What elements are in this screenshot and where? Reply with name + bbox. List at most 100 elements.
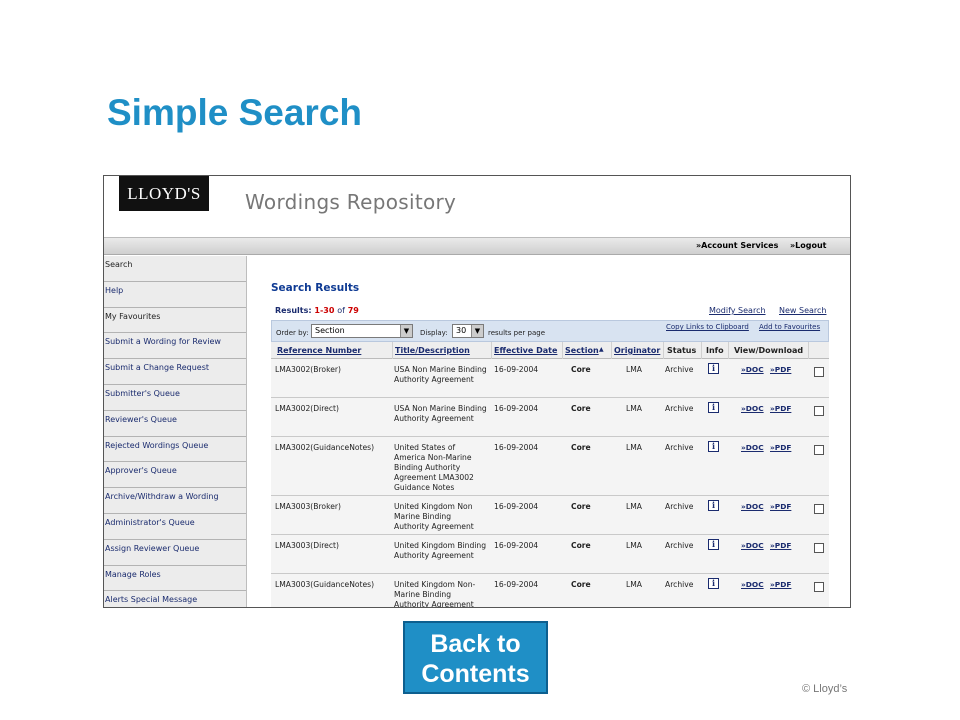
- download-doc-link[interactable]: »DOC: [741, 404, 764, 413]
- originator: LMA: [626, 541, 642, 550]
- reference-number: LMA3002(Broker): [275, 365, 341, 374]
- new-search-link[interactable]: New Search: [779, 306, 826, 315]
- lloyds-logo: LLOYD'S: [119, 176, 209, 211]
- download-pdf-link[interactable]: »PDF: [770, 365, 791, 374]
- originator: LMA: [626, 580, 642, 589]
- sidebar-item-reviewers-queue[interactable]: Reviewer's Queue: [104, 410, 246, 437]
- originator: LMA: [626, 443, 642, 452]
- sidebar-item-rejected-queue[interactable]: Rejected Wordings Queue: [104, 436, 246, 463]
- copy-links-link[interactable]: Copy Links to Clipboard: [666, 323, 749, 331]
- logout-link[interactable]: »Logout: [790, 241, 827, 250]
- sidebar-item-submitters-queue[interactable]: Submitter's Queue: [104, 384, 246, 411]
- sidebar-item-administrators-queue[interactable]: Administrator's Queue: [104, 513, 246, 540]
- account-services-link[interactable]: »Account Services: [696, 241, 778, 250]
- col-view-download: View/Download: [734, 346, 804, 355]
- section: Core: [571, 443, 591, 452]
- section: Core: [571, 541, 591, 550]
- col-originator[interactable]: Originator: [614, 346, 660, 355]
- download-doc-link[interactable]: »DOC: [741, 580, 764, 589]
- modify-search-link[interactable]: Modify Search: [709, 306, 766, 315]
- display-value: 30: [456, 326, 467, 335]
- table-row: LMA3002(GuidanceNotes) United States of A…: [271, 437, 829, 496]
- sidebar-item-manage-roles[interactable]: Manage Roles: [104, 565, 246, 592]
- download-doc-link[interactable]: »DOC: [741, 502, 764, 511]
- col-title-description[interactable]: Title/Description: [395, 346, 470, 355]
- download-doc-link[interactable]: »DOC: [741, 541, 764, 550]
- select-checkbox[interactable]: [814, 406, 824, 416]
- select-checkbox[interactable]: [814, 582, 824, 592]
- reference-number: LMA3003(Broker): [275, 502, 341, 511]
- info-icon[interactable]: i: [708, 578, 719, 589]
- status: Archive: [665, 443, 694, 452]
- title-description: United States of America Non-Marine Bind…: [394, 443, 474, 492]
- section: Core: [571, 502, 591, 511]
- download-doc-link[interactable]: »DOC: [741, 365, 764, 374]
- col-effective-date[interactable]: Effective Date: [494, 346, 557, 355]
- results-label: Results:: [275, 306, 312, 315]
- sidebar-item-submit-change-request[interactable]: Submit a Change Request: [104, 359, 246, 385]
- sidebar-item-help[interactable]: Help: [104, 281, 246, 308]
- section: Core: [571, 580, 591, 589]
- download-doc-link[interactable]: »DOC: [741, 443, 764, 452]
- sidebar-item-submit-wording[interactable]: Submit a Wording for Review: [104, 333, 246, 360]
- results-summary: Results: 1-30 of 79: [275, 306, 359, 315]
- effective-date: 16-09-2004: [494, 365, 539, 374]
- originator: LMA: [626, 502, 642, 511]
- order-by-value: Section: [315, 326, 345, 335]
- col-info: Info: [706, 346, 724, 355]
- info-icon[interactable]: i: [708, 539, 719, 550]
- sidebar-item-search[interactable]: Search: [104, 256, 246, 282]
- effective-date: 16-09-2004: [494, 541, 539, 550]
- info-icon[interactable]: i: [708, 363, 719, 374]
- results-total: 79: [347, 306, 359, 315]
- table-header: Reference Number Title/Description Effec…: [271, 342, 829, 359]
- app-screenshot: LLOYD'S Wordings Repository »Account Ser…: [103, 175, 851, 608]
- select-checkbox[interactable]: [814, 504, 824, 514]
- select-checkbox[interactable]: [814, 367, 824, 377]
- sidebar-item-alerts-special-message[interactable]: Alerts Special Message: [104, 591, 246, 607]
- effective-date: 16-09-2004: [494, 580, 539, 589]
- col-section[interactable]: Section: [565, 346, 599, 355]
- section: Core: [571, 404, 591, 413]
- effective-date: 16-09-2004: [494, 502, 539, 511]
- slide-title: Simple Search: [107, 92, 363, 133]
- info-icon[interactable]: i: [708, 500, 719, 511]
- sidebar-item-approvers-queue[interactable]: Approver's Queue: [104, 462, 246, 489]
- download-pdf-link[interactable]: »PDF: [770, 541, 791, 550]
- sidebar-item-assign-reviewer[interactable]: Assign Reviewer Queue: [104, 539, 246, 566]
- top-nav-bar: »Account Services »Logout: [104, 237, 850, 255]
- table-row: LMA3003(GuidanceNotes) United Kingdom Non…: [271, 574, 829, 607]
- info-icon[interactable]: i: [708, 402, 719, 413]
- main-content: Search Results Results: 1-30 of 79 Modif…: [269, 256, 829, 607]
- select-checkbox[interactable]: [814, 543, 824, 553]
- effective-date: 16-09-2004: [494, 404, 539, 413]
- back-to-contents-button[interactable]: Back to Contents: [403, 621, 548, 694]
- reference-number: LMA3002(GuidanceNotes): [275, 443, 375, 452]
- table-row: LMA3002(Broker) USA Non Marine Binding Au…: [271, 359, 829, 398]
- section: Core: [571, 365, 591, 374]
- download-pdf-link[interactable]: »PDF: [770, 443, 791, 452]
- results-of: of: [337, 306, 345, 315]
- col-reference-number[interactable]: Reference Number: [277, 346, 361, 355]
- effective-date: 16-09-2004: [494, 443, 539, 452]
- title-description: United Kingdom Binding Authority Agreeme…: [394, 541, 487, 560]
- display-select[interactable]: 30 ▼: [452, 324, 484, 338]
- order-bar: Order by: Section ▼ Display: 30 ▼ result…: [271, 320, 829, 342]
- select-checkbox[interactable]: [814, 445, 824, 455]
- sidebar-item-archive-withdraw[interactable]: Archive/Withdraw a Wording: [104, 488, 246, 514]
- status: Archive: [665, 365, 694, 374]
- sidebar: Search Help My Favourites Submit a Wordi…: [104, 256, 247, 607]
- download-pdf-link[interactable]: »PDF: [770, 580, 791, 589]
- download-pdf-link[interactable]: »PDF: [770, 404, 791, 413]
- info-icon[interactable]: i: [708, 441, 719, 452]
- add-favourites-link[interactable]: Add to Favourites: [759, 323, 820, 331]
- originator: LMA: [626, 365, 642, 374]
- table-row: LMA3002(Direct) USA Non Marine Binding Au…: [271, 398, 829, 437]
- sidebar-item-my-favourites[interactable]: My Favourites: [104, 307, 246, 334]
- order-by-select[interactable]: Section ▼: [311, 324, 413, 338]
- originator: LMA: [626, 404, 642, 413]
- download-pdf-link[interactable]: »PDF: [770, 502, 791, 511]
- title-description: United Kingdom Non Marine Binding Author…: [394, 502, 474, 531]
- chevron-down-icon: ▼: [471, 325, 483, 337]
- reference-number: LMA3002(Direct): [275, 404, 339, 413]
